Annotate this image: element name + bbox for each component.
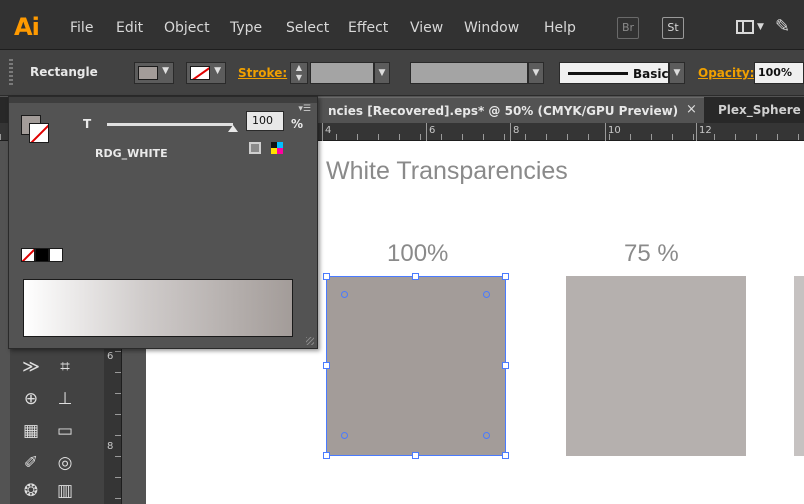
workspace-feather-icon[interactable]: ✎ [775, 16, 790, 37]
close-icon[interactable]: × [686, 102, 697, 117]
resize-handle[interactable] [502, 273, 509, 280]
symbol-sprayer-tool-icon[interactable]: ❂ [18, 479, 44, 503]
app-logo: Ai [14, 13, 40, 41]
square-label-75: 75 % [624, 240, 679, 267]
blend-tool-icon[interactable]: ◎ [52, 451, 78, 475]
color-spectrum-bar[interactable] [23, 279, 293, 337]
free-transform-tool-icon[interactable]: ⌗ [52, 355, 78, 379]
ruler-label: 8 [513, 125, 520, 136]
resize-handle[interactable] [323, 452, 330, 459]
stroke-weight-field[interactable] [310, 62, 374, 84]
ruler-label: 6 [107, 351, 114, 362]
cmyk-icon[interactable] [271, 142, 283, 154]
ruler-label: 10 [608, 125, 621, 136]
brush-name: Basic [633, 67, 669, 81]
brush-definition-field[interactable]: Basic [559, 62, 669, 84]
resize-handle[interactable] [323, 362, 330, 369]
opacity-label[interactable]: Opacity: [698, 66, 754, 80]
brush-stroke-preview [568, 72, 628, 75]
stroke-weight-stepper[interactable]: ▲ ▼ [290, 62, 308, 84]
column-graph-tool-icon[interactable]: ▥ [52, 479, 78, 503]
current-tool-label: Rectangle [30, 65, 98, 79]
gradient-tool-icon[interactable]: ▭ [52, 419, 78, 443]
grip-handle[interactable] [9, 59, 13, 85]
corner-widget[interactable] [483, 291, 490, 298]
panel-menu-icon[interactable]: ▾☰ [298, 104, 311, 114]
global-color-icon[interactable] [249, 142, 261, 154]
variable-width-field[interactable] [410, 62, 528, 84]
tab-second-document[interactable]: Plex_Sphere [718, 103, 801, 117]
stroke-weight-dropdown[interactable]: ▼ [374, 62, 390, 84]
tint-field[interactable]: 100 [246, 111, 284, 131]
menu-effect[interactable]: Effect [348, 20, 388, 36]
resize-handle[interactable] [412, 273, 419, 280]
corner-widget[interactable] [341, 291, 348, 298]
fill-swatch [138, 66, 158, 80]
menu-select[interactable]: Select [286, 20, 329, 36]
menu-file[interactable]: File [70, 20, 93, 36]
tint-slider[interactable] [107, 123, 233, 126]
stroke-none-icon [190, 66, 210, 80]
menu-type[interactable]: Type [230, 20, 262, 36]
variable-width-dropdown[interactable]: ▼ [528, 62, 544, 84]
square-label-100: 100% [387, 240, 449, 267]
stroke-none-icon[interactable] [29, 123, 49, 143]
rectangle-75[interactable] [566, 276, 746, 456]
width-tool-icon[interactable]: ≫ [18, 355, 44, 379]
chevron-down-icon: ▼ [214, 66, 221, 76]
resize-handle[interactable] [412, 452, 419, 459]
menu-help[interactable]: Help [544, 20, 576, 36]
resize-handle[interactable] [502, 362, 509, 369]
selection-bounding-box[interactable] [326, 276, 506, 456]
black-swatch[interactable] [35, 248, 49, 262]
swatch-name: RDG_WHITE [95, 147, 168, 160]
chevron-down-icon: ▼ [162, 66, 169, 76]
mesh-tool-icon[interactable]: ▦ [18, 419, 44, 443]
perspective-grid-tool-icon[interactable]: ⊥ [52, 387, 78, 411]
resize-handle[interactable] [323, 273, 330, 280]
stroke-label[interactable]: Stroke: [238, 66, 287, 80]
corner-widget[interactable] [483, 432, 490, 439]
ruler-label: 6 [429, 125, 436, 136]
brush-dropdown[interactable]: ▼ [669, 62, 685, 84]
artboard-title: White Transparencies [326, 157, 568, 185]
menu-edit[interactable]: Edit [116, 20, 143, 36]
tab-active-document[interactable]: ncies [Recovered].eps* @ 50% (CMYK/GPU P… [318, 97, 704, 123]
gradient-panel: ▾☰ T 100 % RDG_WHITE [8, 96, 318, 349]
menu-bar: Ai File Edit Object Type Select Effect V… [0, 0, 804, 50]
tint-label: T [83, 117, 92, 131]
fill-swatch-button[interactable]: ▼ [134, 62, 174, 84]
none-swatch[interactable] [21, 248, 35, 262]
ruler-label: 12 [699, 125, 712, 136]
white-swatch[interactable] [49, 248, 63, 262]
rectangle-partial[interactable] [794, 276, 804, 456]
resize-handle[interactable] [502, 452, 509, 459]
shape-builder-tool-icon[interactable]: ⊕ [18, 387, 44, 411]
control-bar: Rectangle ▼ ▼ Stroke: ▲ ▼ ▼ ▼ Basic ▼ Opa… [0, 50, 804, 96]
eyedropper-tool-icon[interactable]: ✐ [18, 451, 44, 475]
ruler-label: 4 [325, 125, 332, 136]
resize-grip-icon[interactable] [306, 337, 314, 345]
corner-widget[interactable] [341, 432, 348, 439]
menu-object[interactable]: Object [164, 20, 210, 36]
menu-view[interactable]: View [410, 20, 443, 36]
bridge-button[interactable]: Br [617, 17, 639, 39]
chevron-down-icon[interactable]: ▼ [757, 22, 764, 32]
opacity-field[interactable]: 100% [754, 62, 804, 84]
stroke-swatch-button[interactable]: ▼ [186, 62, 226, 84]
stock-button[interactable]: St [662, 17, 684, 39]
panel-header[interactable] [9, 97, 317, 103]
ruler-label: 8 [107, 441, 114, 452]
arrange-documents-icon[interactable] [736, 20, 754, 34]
tint-slider-knob[interactable] [228, 125, 238, 132]
menu-window[interactable]: Window [464, 20, 519, 36]
tab-title: ncies [Recovered].eps* @ 50% (CMYK/GPU P… [328, 104, 679, 118]
tint-unit: % [291, 117, 304, 131]
